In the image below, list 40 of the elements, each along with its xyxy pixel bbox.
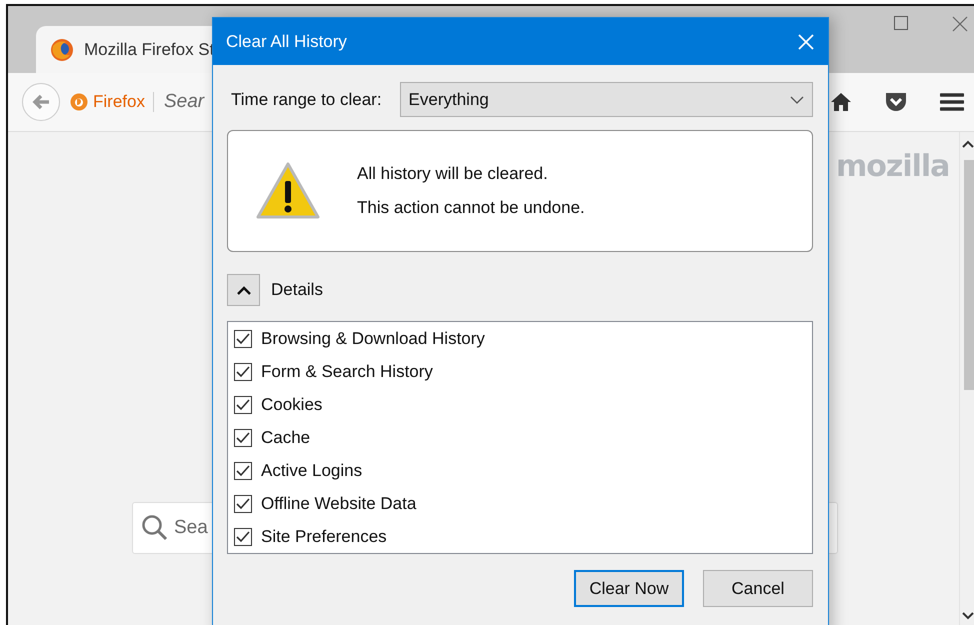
- url-field[interactable]: Sear: [164, 91, 208, 113]
- checkbox[interactable]: [234, 494, 252, 512]
- warning-icon: [255, 161, 321, 221]
- scroll-down-icon[interactable]: [962, 612, 974, 620]
- dialog-button[interactable]: Cancel: [703, 570, 813, 607]
- globe-logo-icon: [50, 38, 74, 62]
- checkbox-label: Browsing & Download History: [261, 328, 485, 348]
- maximize-icon[interactable]: [894, 16, 908, 30]
- scrollbar[interactable]: [959, 132, 974, 625]
- checkbox-label: Cache: [261, 428, 310, 448]
- warning-text: All history will be cleared.: [357, 164, 549, 184]
- time-range-label: Time range to clear:: [230, 90, 382, 110]
- firefox-icon: [70, 93, 88, 111]
- checkbox-label: Offline Website Data: [261, 494, 416, 514]
- checkbox-label: Cookies: [261, 394, 322, 414]
- chevron-down-icon: [790, 96, 804, 104]
- checkbox[interactable]: [234, 462, 252, 480]
- back-button[interactable]: [22, 83, 60, 121]
- home-icon[interactable]: [830, 92, 852, 112]
- checkbox-label: Form & Search History: [261, 362, 433, 382]
- warning-text: This action cannot be undone.: [357, 198, 585, 218]
- checkbox[interactable]: [234, 330, 252, 348]
- checkbox[interactable]: [234, 362, 252, 380]
- search-icon: [141, 514, 169, 542]
- mozilla-logo: mozilla: [836, 149, 950, 184]
- checkbox[interactable]: [234, 528, 252, 546]
- details-label: Details: [271, 280, 323, 300]
- menu-icon[interactable]: [940, 92, 964, 112]
- time-range-dropdown[interactable]: Everything: [400, 82, 813, 117]
- scroll-up-icon[interactable]: [962, 140, 974, 148]
- dialog-button[interactable]: Clear Now: [574, 570, 684, 607]
- close-icon[interactable]: [952, 16, 968, 32]
- checkbox-label: Active Logins: [261, 460, 362, 480]
- details-toggle-button[interactable]: [227, 274, 260, 306]
- caret-up-icon: [236, 286, 250, 294]
- back-arrow-icon: [31, 92, 51, 112]
- checkbox-label: Site Preferences: [261, 526, 387, 546]
- checkbox[interactable]: [234, 428, 252, 446]
- checkbox[interactable]: [234, 396, 252, 414]
- search-input[interactable]: Sea: [174, 517, 212, 539]
